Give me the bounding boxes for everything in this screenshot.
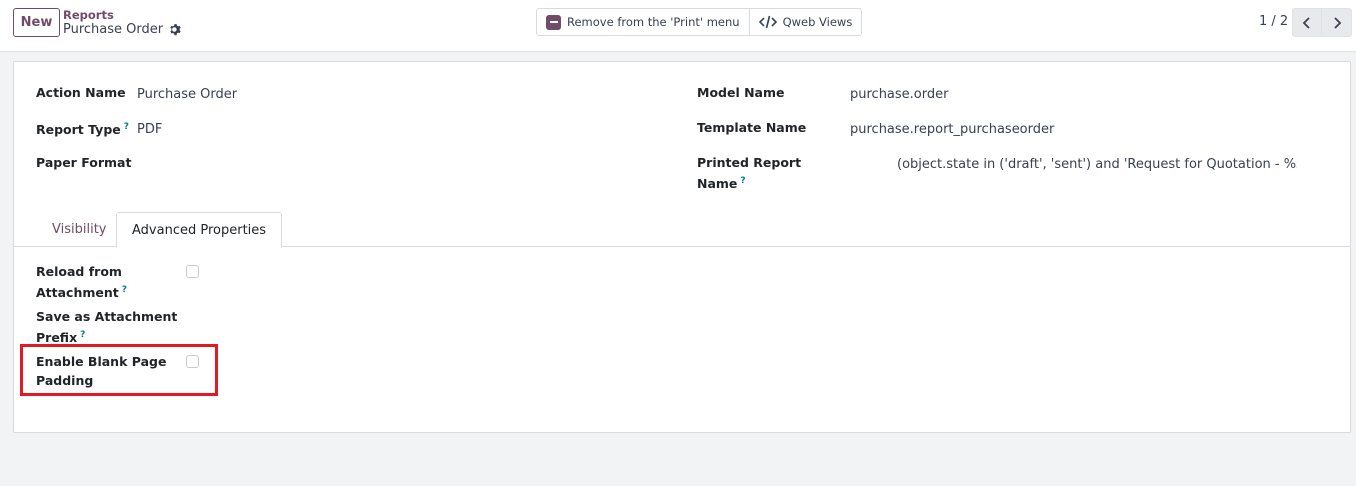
template-name-label: Template Name xyxy=(697,120,807,135)
printed-report-name-label-line1: Printed Report xyxy=(697,155,802,170)
template-name-value[interactable]: purchase.report_purchaseorder xyxy=(850,120,1054,139)
reload-from-attachment-label-line1: Reload from xyxy=(36,264,122,279)
printed-report-name-label-line2: Name xyxy=(697,176,738,192)
action-name-value[interactable]: Purchase Order xyxy=(137,85,237,104)
save-as-attachment-prefix-label-line2: Prefix xyxy=(36,330,78,346)
reload-from-attachment-label: Reload from Attachment? xyxy=(36,262,127,302)
tab-visibility[interactable]: Visibility xyxy=(37,212,121,247)
tab-advanced-properties[interactable]: Advanced Properties xyxy=(116,212,283,248)
breadcrumb-reports-link[interactable]: Reports xyxy=(63,8,114,22)
report-type-value[interactable]: PDF xyxy=(137,120,162,139)
new-button[interactable]: New xyxy=(13,8,60,37)
chevron-right-icon xyxy=(1333,16,1341,29)
notebook-tabs: Visibility Advanced Properties xyxy=(14,212,1350,248)
paper-format-label: Paper Format xyxy=(36,155,132,170)
remove-from-print-menu-button[interactable]: Remove from the 'Print' menu xyxy=(537,9,749,35)
action-button-group: Remove from the 'Print' menu Qweb Views xyxy=(536,8,863,36)
printed-report-name-label: Printed Report Name? xyxy=(697,153,801,193)
printed-report-name-help-icon[interactable]: ? xyxy=(740,176,745,186)
reload-from-attachment-help-icon[interactable]: ? xyxy=(122,285,127,295)
qweb-views-label: Qweb Views xyxy=(782,15,853,29)
pager-buttons xyxy=(1292,8,1352,37)
model-name-label: Model Name xyxy=(697,85,785,100)
report-type-help-icon[interactable]: ? xyxy=(124,122,129,132)
breadcrumb: Purchase Order xyxy=(63,22,182,37)
minus-square-icon xyxy=(546,14,561,30)
save-as-attachment-prefix-help-icon[interactable]: ? xyxy=(80,330,85,340)
control-panel: New Reports Purchase Order Remove from t… xyxy=(0,0,1356,52)
gear-icon[interactable] xyxy=(169,23,182,36)
pager-value[interactable]: 1 / 2 xyxy=(1259,14,1288,29)
reload-from-attachment-checkbox[interactable] xyxy=(186,265,199,278)
paper-format-field[interactable] xyxy=(137,155,537,174)
report-type-label: Report Type? xyxy=(36,118,129,139)
code-icon xyxy=(758,15,777,29)
report-type-label-text: Report Type xyxy=(36,122,121,138)
pager-next-button[interactable] xyxy=(1322,8,1352,37)
chevron-left-icon xyxy=(1302,16,1310,29)
action-name-label: Action Name xyxy=(36,85,126,100)
pager-previous-button[interactable] xyxy=(1292,8,1322,37)
qweb-views-button[interactable]: Qweb Views xyxy=(748,9,862,35)
model-name-value[interactable]: purchase.order xyxy=(850,85,948,104)
highlight-box xyxy=(20,344,218,396)
reload-from-attachment-label-line2: Attachment xyxy=(36,285,119,301)
save-as-attachment-prefix-label-line1: Save as Attachment xyxy=(36,309,178,324)
breadcrumb-current-label: Purchase Order xyxy=(63,22,164,37)
save-as-attachment-prefix-label: Save as Attachment Prefix? xyxy=(36,307,177,347)
printed-report-name-value[interactable]: (object.state in ('draft', 'sent') and '… xyxy=(897,155,1297,174)
remove-from-print-menu-label: Remove from the 'Print' menu xyxy=(567,15,740,29)
